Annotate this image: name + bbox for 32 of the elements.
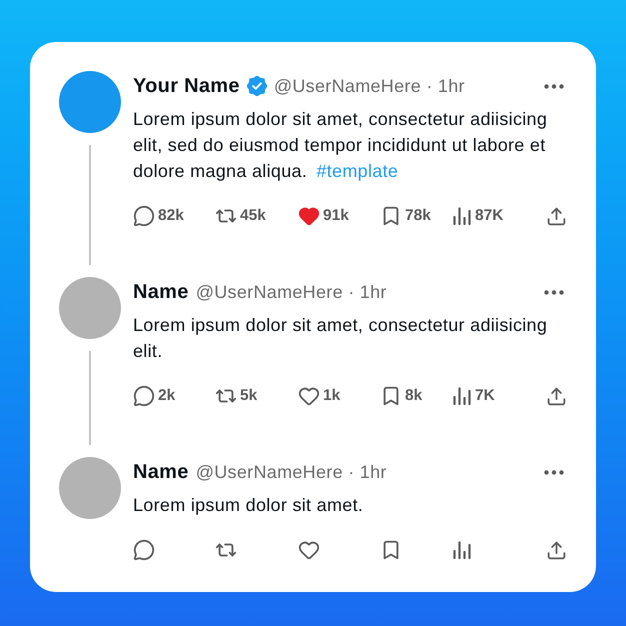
more-icon (544, 470, 564, 474)
reply-button[interactable]: 82k (133, 205, 184, 227)
bar-chart-icon[interactable] (452, 540, 472, 560)
share-icon[interactable] (546, 386, 567, 406)
post-text: Lorem ipsum dolor sit amet, consectetur adiisicing elit. (133, 314, 548, 363)
post-text: Lorem ipsum dolor sit amet. (133, 494, 364, 517)
more-icon (544, 290, 564, 294)
repost-button[interactable]: 5k (215, 385, 258, 407)
handle-and-time: @UserNameHere · 1hr (196, 281, 387, 304)
share-icon[interactable] (546, 540, 567, 560)
repost-button[interactable]: 45k (215, 205, 266, 227)
more-icon (544, 84, 564, 88)
bar-chart-icon (452, 206, 472, 226)
reply-button[interactable]: 2k (133, 385, 176, 407)
views-button[interactable]: 7K (452, 385, 495, 407)
heart-icon[interactable] (298, 539, 320, 561)
speech-bubble-icon (133, 385, 155, 407)
display-name: Name (133, 280, 189, 305)
post-text: Lorem ipsum dolor sit amet, consectetur adiisicing elit, sed do eiusmod tempor incididunt ut labore et dolore magna aliqua. #template (133, 108, 548, 183)
bookmark-button[interactable]: 78k (380, 205, 431, 227)
like-button[interactable]: 91k (298, 205, 349, 227)
display-name: Your Name (133, 74, 240, 99)
handle-and-time: @UserNameHere · 1hr (274, 75, 465, 98)
display-name: Name (133, 460, 189, 485)
bar-chart-icon (452, 386, 472, 406)
handle-and-time: @UserNameHere · 1hr (196, 461, 387, 484)
views-button[interactable]: 87K (452, 205, 504, 227)
share-icon[interactable] (546, 206, 567, 226)
speech-bubble-icon[interactable] (133, 539, 155, 561)
bookmark-button[interactable]: 8k (380, 385, 422, 407)
speech-bubble-icon (133, 205, 155, 227)
like-button[interactable]: 1k (298, 385, 340, 407)
